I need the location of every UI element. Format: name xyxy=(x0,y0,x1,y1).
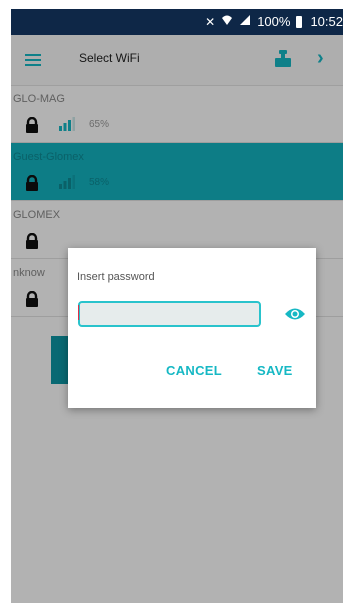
wifi-status-icon xyxy=(221,14,233,29)
cancel-button[interactable]: CANCEL xyxy=(166,363,222,378)
password-dialog: Insert password CANCEL SAVE xyxy=(68,248,316,408)
status-bar: ✕ 100% 10:52 xyxy=(11,9,343,35)
battery-percent: 100% xyxy=(257,14,291,29)
mute-icon: ✕ xyxy=(205,14,216,29)
clock: 10:52 xyxy=(310,14,343,29)
save-button[interactable]: SAVE xyxy=(257,363,293,378)
dialog-prompt: Insert password xyxy=(77,271,155,283)
phone-screen: ✕ 100% 10:52 Select WiFi › GLO-MAG 65% G… xyxy=(11,9,343,603)
password-input[interactable] xyxy=(78,301,261,327)
text-cursor xyxy=(78,305,79,320)
eye-icon[interactable] xyxy=(284,307,306,321)
cell-signal-icon xyxy=(239,14,251,29)
battery-icon xyxy=(296,15,303,28)
